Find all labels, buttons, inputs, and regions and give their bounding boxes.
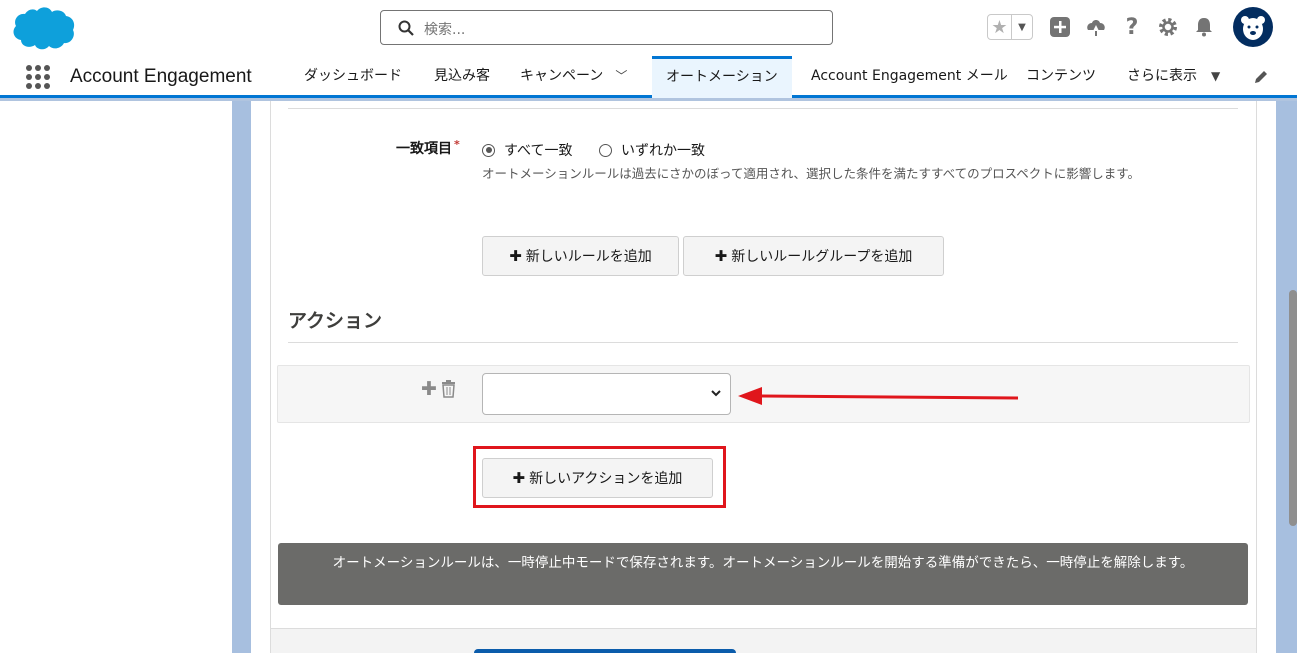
header-utility-icons: ★ ▼ ? <box>987 6 1273 48</box>
tab-dashboard[interactable]: ダッシュボード <box>304 56 402 98</box>
required-mark: * <box>454 138 460 151</box>
salesforce-logo[interactable] <box>10 5 76 51</box>
form-footer <box>271 628 1256 653</box>
add-action-button[interactable]: ✚ 新しいアクションを追加 <box>482 458 713 498</box>
add-action-row-icon[interactable]: ✚ <box>421 378 437 400</box>
divider <box>288 108 1238 109</box>
app-launcher-icon[interactable] <box>26 65 50 89</box>
global-header: 検索... ★ ▼ ? <box>0 0 1297 56</box>
radio-unselected-icon[interactable] <box>599 143 612 157</box>
add-action-label: 新しいアクションを追加 <box>529 471 683 487</box>
match-type-label: 一致項目 * <box>396 138 460 158</box>
setup-gear-icon[interactable] <box>1157 16 1179 38</box>
tab-campaigns-label: キャンペーン <box>520 68 604 84</box>
add-rule-group-button[interactable]: ✚ 新しいルールグループを追加 <box>683 236 944 276</box>
add-rule-group-label: 新しいルールグループを追加 <box>731 249 913 265</box>
match-help-text: オートメーションルールは過去にさかのぼって適用され、選択した条件を満たすすべての… <box>482 166 1141 181</box>
trash-icon[interactable] <box>441 380 456 398</box>
radio-match-all[interactable]: すべて一致 <box>482 140 572 160</box>
radio-match-any[interactable]: いずれか一致 <box>599 140 705 160</box>
save-button[interactable] <box>474 649 736 653</box>
radio-match-any-label: いずれか一致 <box>621 143 705 159</box>
plus-icon: ✚ <box>714 247 728 265</box>
tab-account-engagement-email[interactable]: Account Engagement メール <box>811 56 1008 98</box>
notifications-bell-icon[interactable] <box>1193 16 1215 38</box>
chevron-down-icon[interactable]: ﹀ <box>615 56 627 96</box>
tab-more-label: さらに表示 <box>1127 68 1197 84</box>
action-type-select[interactable] <box>482 373 731 415</box>
radio-match-all-label: すべて一致 <box>504 143 573 159</box>
tab-more[interactable]: さらに表示 ▼ <box>1127 56 1220 98</box>
add-rule-label: 新しいルールを追加 <box>525 249 652 265</box>
global-search-input[interactable]: 検索... <box>380 10 833 45</box>
actions-section-title: アクション <box>288 310 383 332</box>
add-rule-button[interactable]: ✚ 新しいルールを追加 <box>482 236 679 276</box>
divider <box>288 342 1238 343</box>
caret-down-icon: ▼ <box>1211 69 1221 83</box>
plus-icon: ✚ <box>509 247 522 265</box>
annotation-arrow <box>738 387 1019 405</box>
app-navigation-bar: Account Engagement ダッシュボード 見込み客 キャンペーン ﹀ … <box>0 56 1297 98</box>
action-row-controls: ✚ <box>421 378 456 400</box>
tab-campaigns[interactable]: キャンペーン ﹀ <box>520 56 627 98</box>
add-icon[interactable] <box>1049 16 1071 38</box>
user-avatar[interactable] <box>1233 7 1273 47</box>
tab-content[interactable]: コンテンツ <box>1026 56 1096 98</box>
background-stripe-left <box>232 101 251 653</box>
favorites-button[interactable]: ★ ▼ <box>987 14 1033 40</box>
star-icon[interactable]: ★ <box>988 15 1012 39</box>
app-name: Account Engagement <box>70 66 252 87</box>
chevron-down-icon <box>711 390 721 397</box>
help-icon[interactable]: ? <box>1121 15 1143 40</box>
search-placeholder: 検索... <box>424 22 466 38</box>
caret-down-icon[interactable]: ▼ <box>1012 15 1032 39</box>
page-scrollbar[interactable] <box>1289 290 1297 526</box>
paused-mode-notice: オートメーションルールは、一時停止中モードで保存されます。オートメーションルール… <box>278 543 1248 605</box>
trailhead-icon[interactable] <box>1085 16 1107 38</box>
radio-selected-icon[interactable] <box>482 143 495 157</box>
left-panel <box>0 101 232 653</box>
search-icon <box>398 20 414 36</box>
tab-prospects[interactable]: 見込み客 <box>434 56 490 98</box>
plus-icon: ✚ <box>512 469 526 487</box>
tab-automation[interactable]: オートメーション <box>652 56 792 98</box>
match-type-label-text: 一致項目 <box>396 141 452 157</box>
edit-pencil-icon[interactable] <box>1253 69 1269 85</box>
